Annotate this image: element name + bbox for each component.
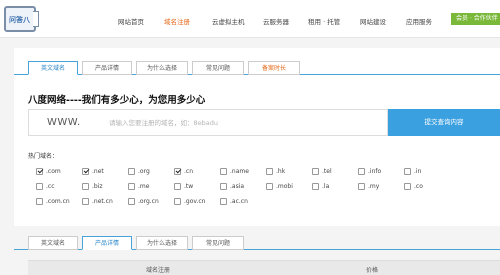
domain-search-box: WWW. [28,109,388,136]
column-header-price: 价格 [366,267,379,274]
checkbox-checked[interactable] [174,167,181,175]
checkbox[interactable] [220,197,227,205]
ext-com-cn[interactable]: .com.cn [36,197,70,205]
ext-cc[interactable]: .cc [36,182,55,190]
ext-biz[interactable]: .biz [82,182,103,190]
nav-domain-register[interactable]: 域名注册 [164,16,190,26]
tab2-faq[interactable]: 常见问题 [192,236,244,250]
tab-faq[interactable]: 常见问题 [192,61,244,75]
nav-hosting[interactable]: 租用 · 托管 [308,16,340,26]
checkbox[interactable] [404,167,411,175]
checkbox[interactable] [36,182,43,190]
checkbox[interactable] [36,197,43,205]
ext-info[interactable]: .info [358,167,381,175]
checkbox[interactable] [174,182,181,190]
www-prefix: WWW. [47,117,81,128]
nav-web-building[interactable]: 网站建设 [360,16,386,26]
ext-ac-cn[interactable]: .ac.cn [220,197,248,205]
tab-why-choose[interactable]: 为什么选择 [136,61,188,75]
nav-cloud-server[interactable]: 云服务器 [263,16,289,26]
ext-tw[interactable]: .tw [174,182,193,190]
checkbox[interactable] [128,167,135,175]
tab2-english-domain[interactable]: 英文域名 [28,236,78,250]
tab2-product-details[interactable]: 产品详情 [82,236,132,250]
ext-name[interactable]: .name [220,167,249,175]
ext-cn[interactable]: .cn [174,167,193,175]
ext-asia[interactable]: .asia [220,182,244,190]
checkbox[interactable] [312,167,319,175]
nav-virtual-host[interactable]: 云虚拟主机 [212,16,245,26]
nav-home[interactable]: 网站首页 [118,16,144,26]
ext-org-cn[interactable]: .org.cn [128,197,159,205]
site-header: 问答八 网站首页 域名注册 云虚拟主机 云服务器 租用 · 托管 网站建设 应用… [0,0,500,38]
checkbox[interactable] [358,182,365,190]
site-logo[interactable]: 问答八 [4,6,39,32]
ext-net-cn[interactable]: .net.cn [82,197,113,205]
page-headline: 八度网络----我们有多少心，为您用多少心 [28,95,206,106]
ext-my[interactable]: .my [358,182,379,190]
column-header-domain: 域名注册 [146,267,171,274]
ext-org[interactable]: .org [128,167,150,175]
nav-app-services[interactable]: 应用服务 [406,16,432,26]
checkbox[interactable] [128,197,135,205]
price-table-header: 域名注册 价格 [28,260,500,275]
tab2-why-choose[interactable]: 为什么选择 [136,236,188,250]
checkbox[interactable] [128,182,135,190]
ext-hk[interactable]: .hk [266,167,285,175]
ext-mobi[interactable]: .mobi [266,182,293,190]
ext-com[interactable]: .com [36,167,61,175]
checkbox[interactable] [82,182,89,190]
tab-product-details[interactable]: 产品详情 [82,61,132,75]
ext-in[interactable]: .in [404,167,421,175]
ext-tel[interactable]: .tel [312,167,332,175]
checkbox[interactable] [404,182,411,190]
checkbox-checked[interactable] [36,167,43,175]
checkbox-checked[interactable] [82,167,89,175]
checkbox[interactable] [220,182,227,190]
hot-domains-label: 热门域名： [28,153,59,160]
tab-filing-time[interactable]: 备案时长 [248,61,300,75]
ext-la[interactable]: .la [312,182,329,190]
checkbox[interactable] [174,197,181,205]
member-button[interactable]: 会员 · 合作伙伴 [451,13,500,25]
ext-me[interactable]: .me [128,182,149,190]
checkbox[interactable] [266,167,273,175]
search-submit-button[interactable]: 提交查询内容 [388,109,500,136]
checkbox[interactable] [358,167,365,175]
checkbox[interactable] [312,182,319,190]
domain-search-input[interactable] [109,113,379,133]
ext-net[interactable]: .net [82,167,104,175]
logo-frame-icon [33,11,39,27]
tab-english-domain[interactable]: 英文域名 [28,61,78,75]
checkbox[interactable] [266,182,273,190]
checkbox[interactable] [82,197,89,205]
ext-co[interactable]: .co [404,182,423,190]
logo-text: 问答八 [9,16,30,24]
checkbox[interactable] [220,167,227,175]
ext-gov-cn[interactable]: .gov.cn [174,197,205,205]
